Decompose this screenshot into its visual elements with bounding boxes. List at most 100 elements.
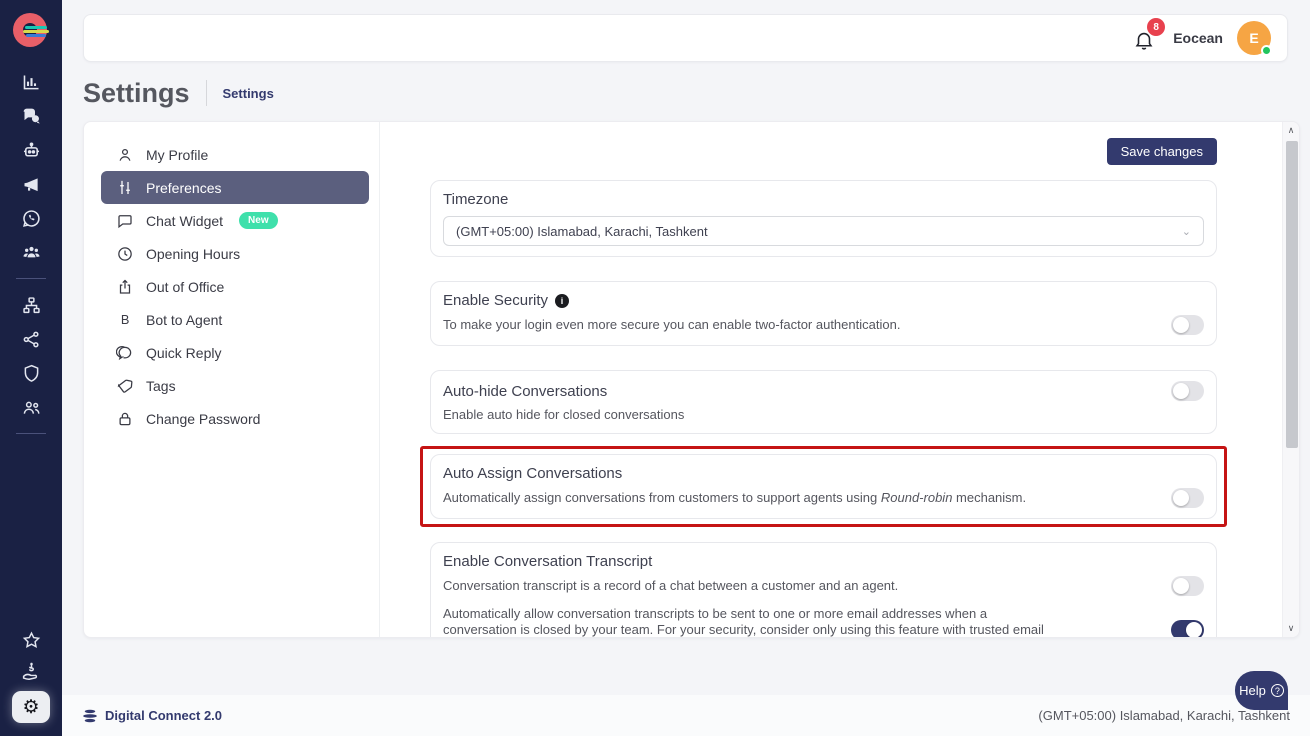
menu-item-label: Chat Widget (146, 213, 223, 229)
menu-item-label: My Profile (146, 147, 208, 163)
menu-item-quick-reply[interactable]: Quick Reply (101, 336, 369, 369)
page-title-row: Settings Settings (83, 77, 274, 109)
whatsapp-icon[interactable] (20, 207, 42, 229)
lock-icon (116, 410, 134, 428)
auto-assign-title: Auto Assign Conversations (443, 465, 1204, 482)
sidebar-divider (16, 278, 46, 279)
globe-icon (82, 708, 98, 724)
online-status-dot (1261, 45, 1272, 56)
settings-panel: My Profile Preferences Chat Widget New O… (83, 121, 1300, 638)
menu-item-change-password[interactable]: Change Password (101, 402, 369, 435)
app-sidebar: ⚙ (0, 0, 62, 736)
menu-item-label: Opening Hours (146, 246, 240, 262)
app-logo-icon[interactable] (13, 13, 49, 49)
auto-hide-description: Enable auto hide for closed conversation… (443, 407, 1204, 423)
page-title: Settings (83, 78, 190, 109)
tag-icon (116, 377, 134, 395)
menu-item-tags[interactable]: Tags (101, 369, 369, 402)
conversations-icon[interactable] (20, 105, 42, 127)
conversation-transcript-card: Enable Conversation Transcript Conversat… (430, 542, 1217, 638)
scrollbar[interactable]: ∧ ∨ (1282, 122, 1299, 637)
enable-security-card: Enable Security i To make your login eve… (430, 281, 1217, 346)
enable-security-title: Enable Security (443, 292, 548, 309)
user-icon (116, 146, 134, 164)
menu-item-preferences[interactable]: Preferences (101, 171, 369, 204)
sidebar-nav (16, 71, 46, 437)
transcript-row2-description: Automatically allow conversation transcr… (443, 606, 1063, 638)
auto-assign-toggle[interactable] (1171, 488, 1204, 508)
settings-content: Save changes Timezone (GMT+05:00) Islama… (380, 122, 1299, 637)
menu-item-label: Change Password (146, 411, 260, 427)
menu-item-label: Bot to Agent (146, 312, 222, 328)
scroll-down-icon[interactable]: ∨ (1283, 623, 1299, 634)
menu-item-label: Out of Office (146, 279, 224, 295)
save-changes-button[interactable]: Save changes (1107, 138, 1217, 165)
transcript-row2-toggle[interactable] (1171, 620, 1204, 638)
footer-brand[interactable]: Digital Connect 2.0 (82, 708, 222, 724)
svg-text:B: B (121, 312, 130, 327)
chat-widget-icon (116, 212, 134, 230)
sliders-icon (116, 179, 134, 197)
breadcrumb[interactable]: Settings (223, 86, 274, 101)
scroll-up-icon[interactable]: ∧ (1283, 125, 1299, 136)
new-badge: New (239, 212, 278, 229)
transcript-row1-description: Conversation transcript is a record of a… (443, 578, 898, 594)
top-header-bar: 8 Eocean E (83, 14, 1288, 62)
campaigns-icon[interactable] (20, 173, 42, 195)
menu-item-chat-widget[interactable]: Chat Widget New (101, 204, 369, 237)
title-divider (206, 80, 207, 106)
auto-hide-toggle[interactable] (1171, 381, 1204, 401)
menu-item-out-of-office[interactable]: Out of Office (101, 270, 369, 303)
red-annotation-box: Auto Assign Conversations Automatically … (420, 446, 1227, 527)
bot-icon[interactable] (20, 139, 42, 161)
analytics-icon[interactable] (20, 71, 42, 93)
timezone-card: Timezone (GMT+05:00) Islamabad, Karachi,… (430, 180, 1217, 257)
export-icon (116, 278, 134, 296)
enable-security-description: To make your login even more secure you … (443, 317, 900, 333)
auto-assign-conversations-card: Auto Assign Conversations Automatically … (430, 454, 1217, 519)
payouts-icon[interactable] (20, 660, 42, 682)
enable-security-toggle[interactable] (1171, 315, 1204, 335)
departments-icon[interactable] (20, 294, 42, 316)
scrollbar-thumb[interactable] (1286, 141, 1298, 448)
contacts-group-icon[interactable] (20, 241, 42, 263)
menu-item-opening-hours[interactable]: Opening Hours (101, 237, 369, 270)
menu-item-label: Quick Reply (146, 345, 221, 361)
settings-menu: My Profile Preferences Chat Widget New O… (84, 122, 380, 637)
auto-assign-description: Automatically assign conversations from … (443, 490, 1026, 506)
footer: Digital Connect 2.0 (GMT+05:00) Islamaba… (62, 695, 1310, 736)
agents-icon[interactable] (20, 396, 42, 418)
transcript-title: Enable Conversation Transcript (443, 553, 1204, 570)
menu-item-label: Preferences (146, 180, 221, 196)
round-robin-term: Round-robin (881, 490, 953, 505)
notification-count-badge: 8 (1147, 18, 1165, 36)
bot-to-agent-icon: B (116, 311, 134, 329)
chevron-down-icon: ⌄ (1182, 225, 1191, 238)
transcript-row1-toggle[interactable] (1171, 576, 1204, 596)
menu-item-bot-to-agent[interactable]: B Bot to Agent (101, 303, 369, 336)
menu-item-my-profile[interactable]: My Profile (101, 138, 369, 171)
share-icon[interactable] (20, 328, 42, 350)
footer-timezone-text: (GMT+05:00) Islamabad, Karachi, Tashkent (1038, 708, 1290, 723)
footer-brand-label: Digital Connect 2.0 (105, 708, 222, 723)
timezone-select[interactable]: (GMT+05:00) Islamabad, Karachi, Tashkent… (443, 216, 1204, 246)
help-label: Help (1239, 683, 1266, 698)
notifications-bell-icon[interactable]: 8 (1133, 25, 1159, 51)
help-button[interactable]: Help ? (1235, 671, 1288, 710)
sidebar-divider (16, 433, 46, 434)
info-icon[interactable]: i (555, 294, 569, 308)
sidebar-bottom-nav: ⚙ (12, 629, 50, 736)
star-icon[interactable] (20, 629, 42, 651)
shield-icon[interactable] (20, 362, 42, 384)
avatar[interactable]: E (1237, 21, 1271, 55)
settings-gear-icon[interactable]: ⚙ (12, 691, 50, 723)
help-question-icon: ? (1271, 684, 1284, 697)
quick-reply-icon (116, 344, 134, 362)
auto-hide-title: Auto-hide Conversations (443, 383, 607, 400)
clock-icon (116, 245, 134, 263)
timezone-card-title: Timezone (443, 191, 1204, 208)
menu-item-label: Tags (146, 378, 176, 394)
auto-hide-conversations-card: Auto-hide Conversations Enable auto hide… (430, 370, 1217, 434)
avatar-initial: E (1249, 30, 1258, 46)
account-name[interactable]: Eocean (1173, 30, 1223, 46)
